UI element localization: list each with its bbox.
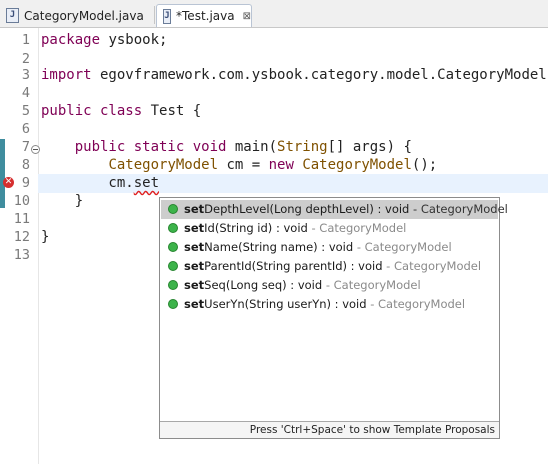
line-number: 8 xyxy=(21,157,30,173)
line-number: 13 xyxy=(13,247,30,263)
tab-label: *Test.java xyxy=(176,9,235,23)
template-proposals-hint: Press 'Ctrl+Space' to show Template Prop… xyxy=(160,421,499,438)
proposal-match: set xyxy=(184,202,205,216)
public-method-icon xyxy=(168,261,178,271)
code-line-current: ✕ 9 cm.set xyxy=(0,174,548,193)
proposal-match: set xyxy=(184,259,205,273)
public-method-icon xyxy=(168,223,178,233)
public-method-icon xyxy=(168,242,178,252)
proposal-declaring-type: - CategoryModel xyxy=(366,297,466,311)
proposal-declaring-type: - CategoryModel xyxy=(382,259,482,273)
editor-tab-bar: J CategoryModel.java J *Test.java ⊠ xyxy=(0,0,548,28)
code-line: 3 import egovframework.com.ysbook.catego… xyxy=(0,66,548,85)
proposal-item-setid[interactable]: setId(String id) : void - CategoryModel xyxy=(161,219,498,238)
public-method-icon xyxy=(168,204,178,214)
proposal-match: set xyxy=(184,240,205,254)
line-number: 5 xyxy=(21,103,30,119)
line-number: 10 xyxy=(13,193,30,209)
line-number: 4 xyxy=(21,85,30,101)
proposal-declaring-type: - CategoryModel xyxy=(409,202,508,216)
java-file-icon: J xyxy=(6,8,19,23)
code-line: 5 public class Test { xyxy=(0,102,548,121)
line-number: 9 xyxy=(21,175,30,191)
code-line: 6 xyxy=(0,120,548,139)
proposal-signature: DepthLevel(Long depthLevel) : void xyxy=(204,202,410,216)
line-number: 12 xyxy=(13,229,30,245)
proposal-list[interactable]: setDepthLevel(Long depthLevel) : void - … xyxy=(161,200,508,314)
proposal-signature: Id(String id) : void xyxy=(204,221,308,235)
proposal-signature: ParentId(String parentId) : void xyxy=(204,259,383,273)
proposal-match: set xyxy=(184,297,205,311)
proposal-signature: Seq(Long seq) : void xyxy=(204,278,323,292)
tab-categorymodel-java[interactable]: J CategoryModel.java xyxy=(0,4,154,27)
proposal-signature: UserYn(String userYn) : void xyxy=(204,297,367,311)
close-icon[interactable]: ⊠ xyxy=(243,11,251,22)
code-line: 7 public static void main(String[] args)… xyxy=(0,138,548,157)
proposal-match: set xyxy=(184,221,205,235)
line-number: 7 xyxy=(21,139,30,155)
code-line: 1 package ysbook; xyxy=(0,31,548,50)
tab-test-java[interactable]: J *Test.java ⊠ xyxy=(156,4,252,27)
java-file-icon: J xyxy=(163,8,172,24)
proposal-item-setdepthlevel[interactable]: setDepthLevel(Long depthLevel) : void - … xyxy=(161,200,508,219)
line-number: 1 xyxy=(21,32,30,48)
collapse-icon[interactable] xyxy=(31,145,40,154)
line-number: 6 xyxy=(21,121,30,137)
public-method-icon xyxy=(168,299,178,309)
code-line: 4 xyxy=(0,84,548,103)
proposal-item-setuseryn[interactable]: setUserYn(String userYn) : void - Catego… xyxy=(161,295,498,314)
proposal-declaring-type: - CategoryModel xyxy=(353,240,452,254)
content-assist-popup: setDepthLevel(Long depthLevel) : void - … xyxy=(159,197,508,439)
proposal-declaring-type: - CategoryModel xyxy=(322,278,421,292)
proposal-item-setseq[interactable]: setSeq(Long seq) : void - CategoryModel xyxy=(161,276,498,295)
proposal-item-setname[interactable]: setName(String name) : void - CategoryMo… xyxy=(161,238,498,257)
proposal-declaring-type: - CategoryModel xyxy=(307,221,407,235)
tab-label: CategoryModel.java xyxy=(24,8,144,23)
line-number: 3 xyxy=(21,67,30,83)
public-method-icon xyxy=(168,280,178,290)
proposal-match: set xyxy=(184,278,205,292)
tab-separator xyxy=(154,6,155,24)
proposal-item-setparentid[interactable]: setParentId(String parentId) : void - Ca… xyxy=(161,257,498,276)
proposal-signature: Name(String name) : void xyxy=(204,240,354,254)
line-number: 11 xyxy=(13,211,30,227)
code-line: 8 CategoryModel cm = new CategoryModel()… xyxy=(0,156,548,175)
